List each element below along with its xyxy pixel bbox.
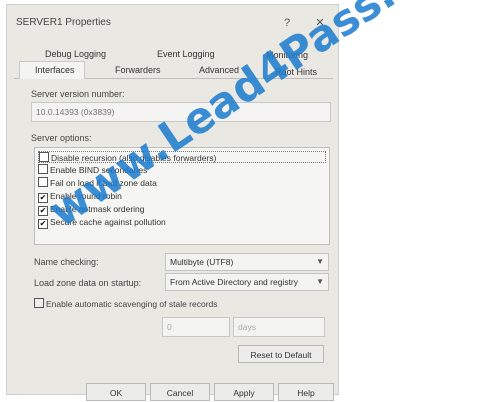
cancel-button[interactable]: Cancel xyxy=(150,383,210,401)
chevron-down-icon: ▼ xyxy=(316,277,324,286)
name-checking-select[interactable]: Multibyte (UTF8) ▼ xyxy=(165,253,329,271)
reset-to-default-button[interactable]: Reset to Default xyxy=(238,345,324,363)
server-version-label: Server version number: xyxy=(31,89,125,99)
tab-interfaces[interactable]: Interfaces xyxy=(35,65,75,75)
apply-button[interactable]: Apply xyxy=(214,383,274,401)
tab-event-logging[interactable]: Event Logging xyxy=(157,49,215,59)
name-checking-label: Name checking: xyxy=(34,257,99,267)
tab-forwarders[interactable]: Forwarders xyxy=(115,65,161,75)
load-zone-select[interactable]: From Active Directory and registry ▼ xyxy=(165,273,329,291)
load-zone-label: Load zone data on startup: xyxy=(34,278,142,288)
checkbox-unchecked-icon[interactable] xyxy=(38,177,48,187)
checkbox-checked-icon[interactable]: ✔ xyxy=(38,219,48,229)
load-zone-value: From Active Directory and registry xyxy=(170,277,299,287)
checkbox-checked-icon[interactable]: ✔ xyxy=(38,206,48,216)
help-button[interactable]: Help xyxy=(278,383,334,401)
scavenging-period-unit[interactable]: days xyxy=(233,317,325,337)
checkbox-unchecked-icon[interactable] xyxy=(34,298,44,308)
chevron-down-icon: ▼ xyxy=(316,257,324,266)
window-title: SERVER1 Properties xyxy=(16,17,111,28)
ok-button[interactable]: OK xyxy=(86,383,146,401)
tab-debug-logging[interactable]: Debug Logging xyxy=(45,49,106,59)
server-options-label: Server options: xyxy=(31,133,92,143)
checkbox-unchecked-icon[interactable] xyxy=(38,164,48,174)
checkbox-unchecked-icon[interactable] xyxy=(39,152,49,162)
name-checking-value: Multibyte (UTF8) xyxy=(170,257,234,267)
scavenging-option[interactable]: Enable automatic scavenging of stale rec… xyxy=(34,297,218,311)
scavenging-label: Enable automatic scavenging of stale rec… xyxy=(46,299,218,309)
scavenging-period-field[interactable]: 0 xyxy=(162,317,230,337)
